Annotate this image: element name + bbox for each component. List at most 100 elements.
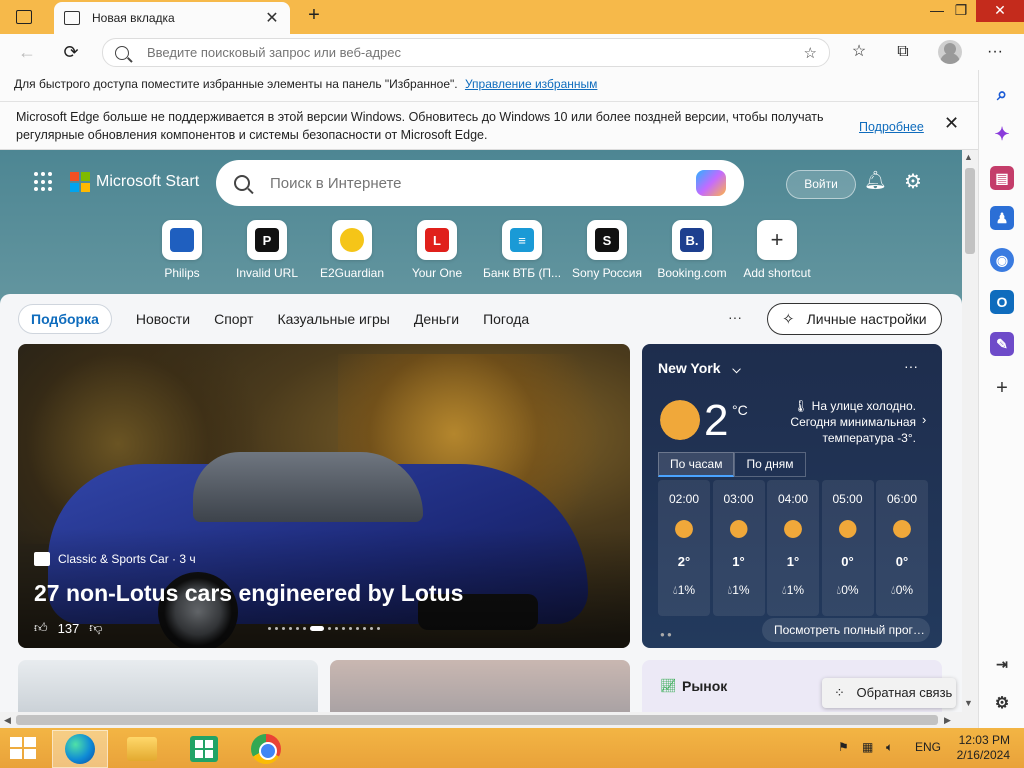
tab-casual-games[interactable]: Казуальные игры: [277, 311, 389, 327]
sign-in-button[interactable]: Войти: [786, 170, 856, 199]
horizontal-scrollbar[interactable]: ◀ ▶: [0, 712, 978, 728]
article-card[interactable]: [18, 660, 318, 712]
learn-more-link[interactable]: Подробнее: [859, 118, 924, 136]
like-icon[interactable]: 👍︎: [34, 620, 48, 636]
taskbar-store[interactable]: [176, 730, 232, 768]
article-headline[interactable]: 27 non-Lotus cars engineered by Lotus: [34, 580, 463, 607]
tab-actions-button[interactable]: [8, 6, 40, 28]
manage-favorites-link[interactable]: Управление избранным: [465, 77, 597, 91]
shortcut-tile[interactable]: E2Guardian: [310, 220, 394, 280]
feedback-icon: ⁘: [834, 685, 845, 700]
feedback-button[interactable]: ⁘ Обратная связь: [822, 678, 956, 708]
tab-sport[interactable]: Спорт: [214, 311, 253, 327]
sidebar-copilot-icon[interactable]: ✦: [990, 122, 1014, 146]
hour-temp: 0°: [895, 554, 909, 569]
tab-title: Новая вкладка: [92, 11, 175, 25]
hourly-item[interactable]: 02:00 2° 💧︎1%: [658, 480, 710, 616]
shortcut-tile[interactable]: P Invalid URL: [225, 220, 309, 280]
infobar-close-icon[interactable]: ✕: [944, 114, 959, 132]
hero-article-card[interactable]: Classic & Sports Car · 3 ч 27 non-Lotus …: [18, 344, 630, 648]
shortcut-tile[interactable]: Philips: [140, 220, 224, 280]
tab-news[interactable]: Новости: [136, 311, 190, 327]
scroll-down-icon[interactable]: ▼: [964, 698, 973, 708]
tab-hourly[interactable]: По часам: [658, 452, 735, 477]
flag-icon[interactable]: ⚑: [838, 740, 849, 754]
copilot-icon[interactable]: [696, 170, 726, 196]
web-search-input[interactable]: [270, 174, 696, 192]
scroll-up-icon[interactable]: ▲: [964, 152, 973, 162]
more-menu-icon[interactable]: ···: [982, 40, 1008, 64]
shortcut-tile[interactable]: L Your One: [395, 220, 479, 280]
article-source: Classic & Sports Car · 3 ч: [34, 552, 196, 566]
shortcut-tile[interactable]: S Sony Россия: [565, 220, 649, 280]
tab-daily[interactable]: По дням: [734, 452, 806, 477]
weather-menu-button[interactable]: ···: [904, 358, 918, 374]
hourly-forecast: 02:00 2° 💧︎1% 03:00 1° 💧︎1% 04:00 1° 💧︎1% 05:00 0°…: [658, 480, 931, 616]
shortcut-tile[interactable]: ≡ Банк ВТБ (П...: [480, 220, 564, 280]
shortcut-tile[interactable]: B. Booking.com: [650, 220, 734, 280]
sidebar-shopping-icon[interactable]: ▤: [990, 166, 1014, 190]
apps-launcher-icon[interactable]: [34, 172, 54, 192]
tab-featured[interactable]: Подборка: [18, 304, 112, 334]
weather-city: New York: [658, 360, 721, 376]
sidebar-designer-icon[interactable]: ✎: [990, 332, 1014, 356]
tab-weather[interactable]: Погода: [483, 311, 529, 327]
add-favorite-icon[interactable]: ☆: [804, 44, 817, 62]
favorites-icon[interactable]: ☆: [846, 40, 872, 64]
web-search-box[interactable]: [216, 160, 744, 206]
close-window-button[interactable]: ✕: [976, 0, 1024, 22]
volume-icon[interactable]: 🔈︎: [886, 740, 893, 755]
hourly-item[interactable]: 04:00 1° 💧︎1%: [767, 480, 819, 616]
taskbar-explorer[interactable]: [114, 730, 170, 768]
notifications-bell-icon[interactable]: 🔔︎: [864, 170, 887, 191]
scroll-right-icon[interactable]: ▶: [944, 715, 951, 726]
start-button[interactable]: [10, 737, 36, 759]
new-tab-button[interactable]: +: [302, 4, 326, 28]
sidebar-search-icon[interactable]: ⌕: [990, 82, 1014, 106]
dislike-icon[interactable]: 👎︎: [89, 620, 102, 636]
edge-icon: [65, 734, 95, 764]
article-card[interactable]: [330, 660, 630, 712]
address-input[interactable]: [147, 45, 804, 60]
profile-avatar[interactable]: [938, 40, 962, 64]
personalize-button[interactable]: ✧ Личные настройки: [767, 303, 942, 335]
carousel-dots[interactable]: [268, 626, 384, 631]
collections-icon[interactable]: ⧉: [890, 40, 916, 64]
weather-card[interactable]: New York ⌵ ··· 2 °C 🌡︎ На улице холодно.…: [642, 344, 942, 648]
hourly-item[interactable]: 03:00 1° 💧︎1%: [712, 480, 765, 616]
full-forecast-button[interactable]: Посмотреть полный прогноз: [762, 618, 930, 642]
feed-more-button[interactable]: ···: [728, 309, 742, 325]
sidebar-games-icon[interactable]: ♟: [990, 206, 1014, 230]
scroll-left-icon[interactable]: ◀: [4, 715, 11, 726]
scroll-thumb[interactable]: [965, 168, 975, 254]
hourly-item[interactable]: 06:00 0° 💧︎0%: [876, 480, 928, 616]
weather-note[interactable]: 🌡︎ На улице холодно. Сегодня минимальная…: [786, 398, 926, 446]
taskbar: ⚑ ▦ 🔈︎ ENG 12:03 PM 2/16/2024: [0, 728, 1024, 768]
language-indicator[interactable]: ENG: [915, 740, 941, 754]
taskbar-chrome[interactable]: [238, 730, 294, 768]
chevron-down-icon: ⌵: [732, 364, 741, 376]
weather-city-selector[interactable]: New York ⌵: [658, 360, 741, 377]
clock[interactable]: 12:03 PM 2/16/2024: [950, 733, 1010, 763]
vertical-scrollbar[interactable]: ▲ ▼: [962, 150, 978, 712]
address-bar[interactable]: ☆: [102, 38, 830, 67]
sidebar-m365-icon[interactable]: ◉: [990, 248, 1014, 272]
favorites-bar-text: Для быстрого доступа поместите избранные…: [14, 77, 458, 91]
network-icon[interactable]: ▦: [862, 740, 873, 754]
taskbar-edge[interactable]: [52, 730, 108, 768]
back-button[interactable]: ←: [14, 40, 40, 64]
tab-money[interactable]: Деньги: [414, 311, 459, 327]
tab-new-tab[interactable]: Новая вкладка ✕: [54, 2, 290, 34]
tab-close-icon[interactable]: ✕: [264, 8, 280, 28]
page-settings-gear-icon[interactable]: ⚙: [904, 169, 922, 194]
shortcut-tile[interactable]: + Add shortcut: [735, 220, 819, 280]
scroll-thumb[interactable]: [16, 715, 938, 725]
sidebar-collapse-icon[interactable]: ⇥: [990, 652, 1014, 676]
sidebar-settings-icon[interactable]: ⚙: [990, 692, 1014, 716]
restore-button[interactable]: ❐: [944, 0, 978, 22]
weather-carousel-dots[interactable]: ● ●: [660, 630, 672, 639]
sidebar-add-icon[interactable]: +: [990, 376, 1014, 400]
sidebar-outlook-icon[interactable]: O: [990, 290, 1014, 314]
refresh-button[interactable]: ⟳: [58, 40, 84, 64]
hourly-item[interactable]: 05:00 0° 💧︎0%: [821, 480, 874, 616]
